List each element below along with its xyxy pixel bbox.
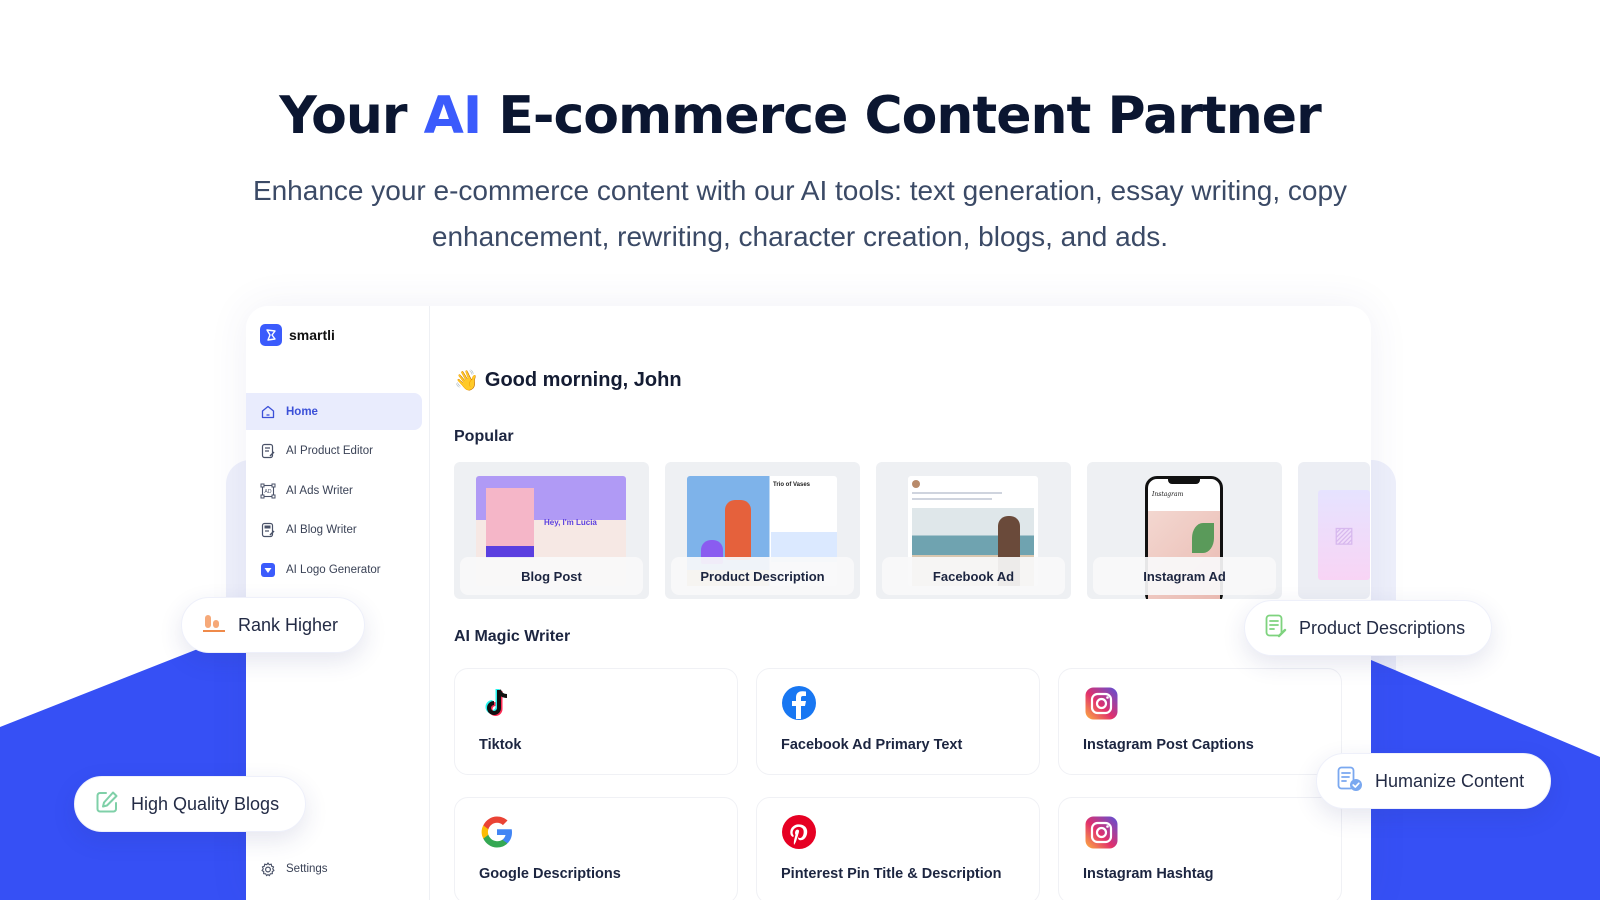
instagram-icon <box>1083 814 1119 850</box>
popular-card-instagram-ad[interactable]: Instagram Instagram Ad <box>1087 462 1282 599</box>
writer-card-instagram-hashtag[interactable]: Instagram Hashtag <box>1058 797 1342 900</box>
popular-carousel: Hey, I'm Lucia Blog Post Trio of Vases P… <box>454 462 1370 599</box>
popular-section-title: Popular <box>454 428 514 445</box>
hero-title-end: E-commerce Content Partner <box>481 86 1321 146</box>
writer-card-pinterest-pin-title-description[interactable]: Pinterest Pin Title & Description <box>756 797 1040 900</box>
instagram-icon <box>1083 685 1119 721</box>
home-icon <box>260 404 276 420</box>
pinterest-icon <box>781 814 817 850</box>
writer-card-label: Google Descriptions <box>479 866 621 882</box>
writer-card-label: Instagram Hashtag <box>1083 866 1214 882</box>
blog-edit-icon <box>260 522 276 538</box>
popular-card-label: Product Description <box>671 557 854 595</box>
logo-shield-icon <box>260 562 276 578</box>
sidebar-item-label: AI Ads Writer <box>286 484 353 497</box>
ai-magic-writer-title: AI Magic Writer <box>454 628 571 645</box>
popular-card-more[interactable]: ▨ <box>1298 462 1370 599</box>
popular-card-label: Facebook Ad <box>882 557 1065 595</box>
document-pencil-icon <box>1265 614 1287 643</box>
writer-card-label: Instagram Post Captions <box>1083 737 1254 753</box>
sidebar-item-ai-ads-writer[interactable]: AD AI Ads Writer <box>246 472 422 509</box>
image-placeholder-icon: ▨ <box>1318 490 1370 580</box>
sidebar-item-label: AI Blog Writer <box>286 524 357 536</box>
popular-card-facebook-ad[interactable]: Facebook Ad <box>876 462 1071 599</box>
feature-pill-humanize-content: Humanize Content <box>1316 753 1552 809</box>
podium-icon <box>202 613 226 638</box>
settings-label: Settings <box>286 863 328 875</box>
feature-pill-high-quality-blogs: High Quality Blogs <box>74 776 307 832</box>
app-window: smartli Home AI Product Editor AD AI Ads… <box>246 306 1371 900</box>
popular-card-label: Instagram Ad <box>1093 557 1276 595</box>
waving-hand-icon: 👋 <box>454 370 479 392</box>
writer-card-label: Tiktok <box>479 737 522 753</box>
sidebar-item-ai-blog-writer[interactable]: AI Blog Writer <box>246 512 422 549</box>
writer-card-instagram-post-captions[interactable]: Instagram Post Captions <box>1058 668 1342 775</box>
hero-title-accent: AI <box>423 86 483 146</box>
sidebar-nav: Home AI Product Editor AD AI Ads Writer … <box>246 393 422 591</box>
feature-pill-label: Product Descriptions <box>1299 617 1466 638</box>
writer-card-google-descriptions[interactable]: Google Descriptions <box>454 797 738 900</box>
brand-name: smartli <box>289 327 335 343</box>
brand-logo-icon <box>260 324 282 346</box>
google-icon <box>479 814 515 850</box>
popular-card-product-description[interactable]: Trio of Vases Product Description <box>665 462 860 599</box>
document-edit-icon <box>260 443 276 459</box>
main-content: 👋 Good morning, John Popular Hey, I'm Lu… <box>430 306 1371 900</box>
ai-magic-writer-grid: Tiktok Facebook Ad Primary Text Instagra… <box>454 668 1342 900</box>
popular-card-label: Blog Post <box>460 557 643 595</box>
feature-pill-label: Humanize Content <box>1375 770 1525 791</box>
writer-card-facebook-ad-primary-text[interactable]: Facebook Ad Primary Text <box>756 668 1040 775</box>
hero-title-start: Your <box>279 86 424 146</box>
brand-logo[interactable]: smartli <box>260 324 335 346</box>
ad-frame-icon: AD <box>260 483 276 499</box>
feature-pill-label: Rank Higher <box>238 614 339 635</box>
sidebar-item-settings[interactable]: Settings <box>260 861 328 877</box>
feature-pill-product-descriptions: Product Descriptions <box>1244 600 1493 656</box>
document-check-icon <box>1337 766 1363 797</box>
svg-text:AD: AD <box>264 489 271 495</box>
writer-card-tiktok[interactable]: Tiktok <box>454 668 738 775</box>
sidebar-item-label: AI Product Editor <box>286 445 373 457</box>
sidebar-item-ai-product-editor[interactable]: AI Product Editor <box>246 433 422 470</box>
writer-card-label: Facebook Ad Primary Text <box>781 737 963 753</box>
feature-pill-label: High Quality Blogs <box>131 793 280 814</box>
gear-icon <box>260 861 276 877</box>
hero-subtitle: Enhance your e-commerce content with our… <box>252 175 1348 252</box>
greeting-text: Good morning, John <box>484 369 682 391</box>
tiktok-icon <box>479 685 515 721</box>
writer-card-label: Pinterest Pin Title & Description <box>781 866 1002 882</box>
sidebar-item-ai-logo-generator[interactable]: AI Logo Generator <box>246 551 422 588</box>
sidebar-item-label: AI Logo Generator <box>286 563 381 576</box>
sidebar-item-label: Home <box>286 405 318 418</box>
facebook-icon <box>781 685 817 721</box>
greeting: 👋 Good morning, John <box>454 368 682 393</box>
popular-card-blog-post[interactable]: Hey, I'm Lucia Blog Post <box>454 462 649 599</box>
feature-pill-rank-higher: Rank Higher <box>181 597 366 653</box>
edit-square-icon <box>95 790 119 819</box>
hero-title: Your AI E-commerce Content Partner <box>0 86 1600 146</box>
sidebar-item-home[interactable]: Home <box>246 393 422 430</box>
